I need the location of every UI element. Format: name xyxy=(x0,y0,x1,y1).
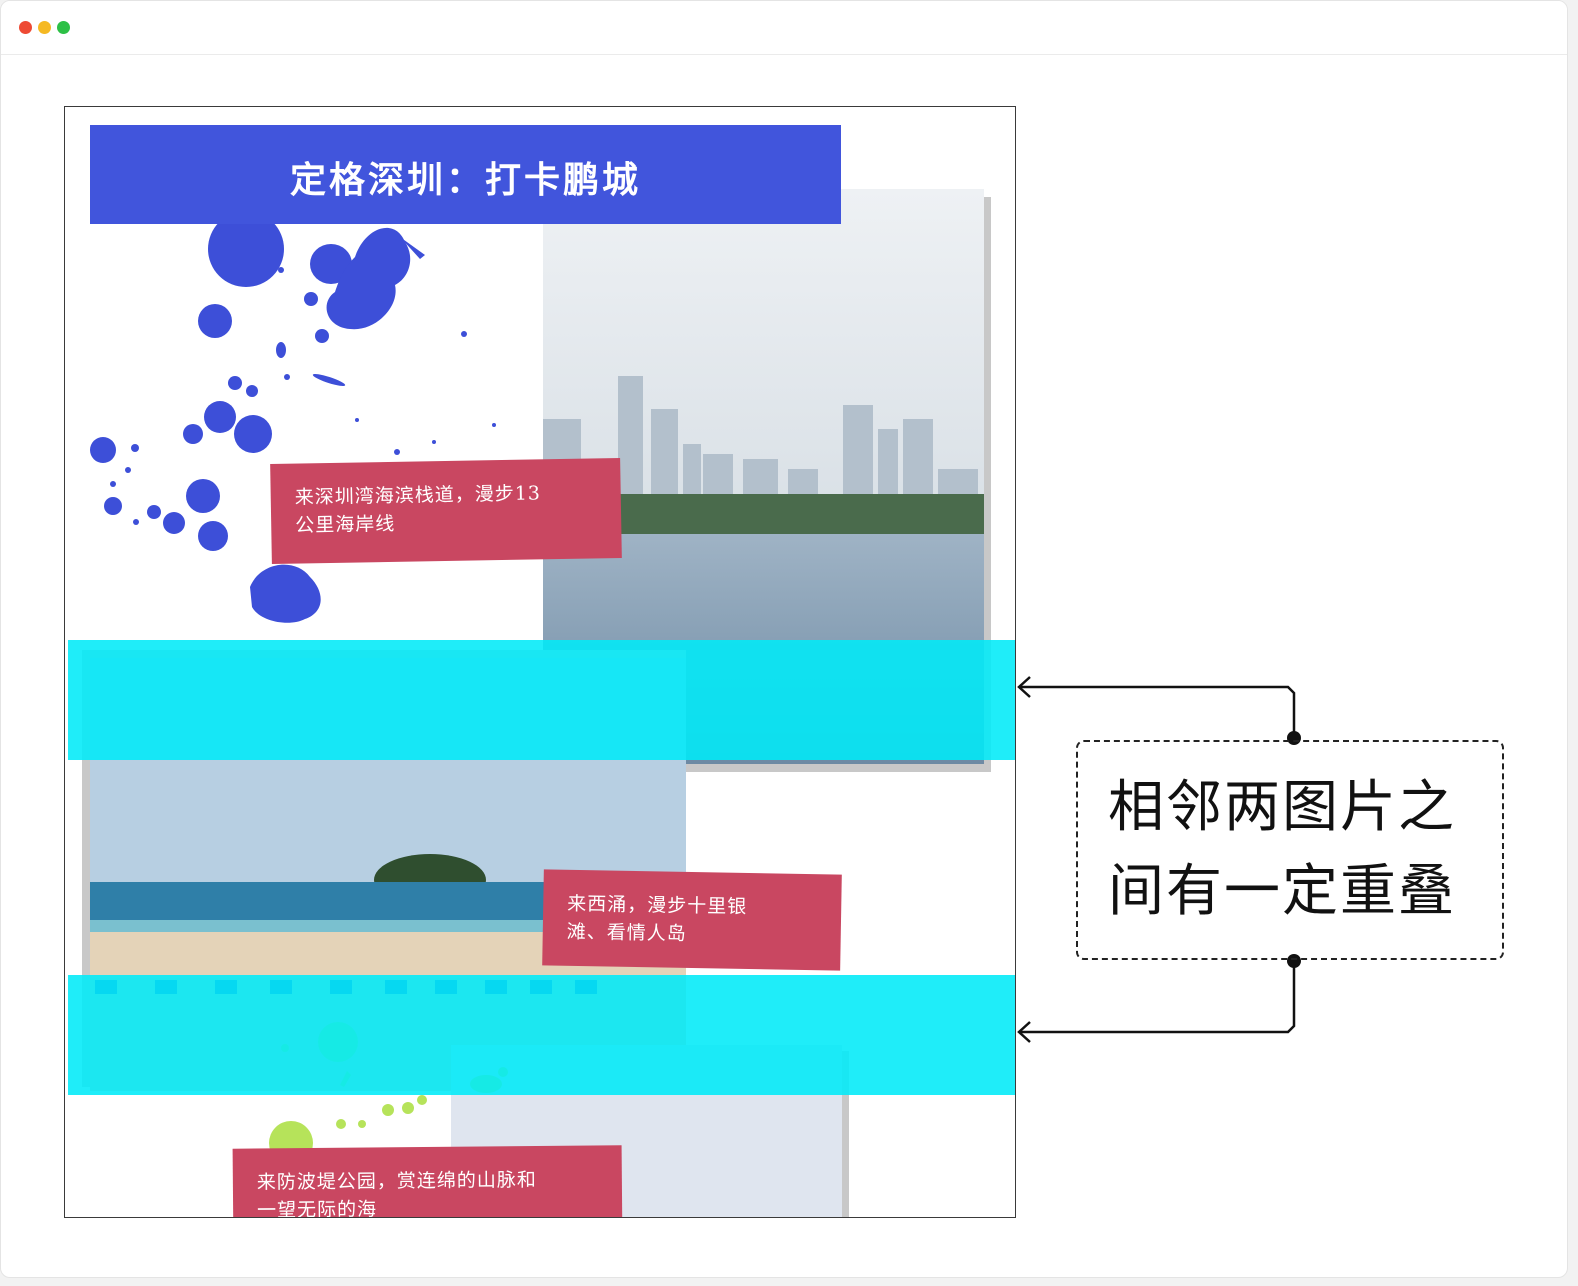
annotation-arrows xyxy=(1017,676,1301,1043)
annotation-line: 间有一定重叠 xyxy=(1108,859,1456,924)
annotation-box: 相邻两图片之 间有一定重叠 xyxy=(1076,740,1504,960)
browser-window: 定格深圳：打卡鹏城 来深圳湾海滨栈道，漫步13 公里海岸线 来西涌，漫步十里银 … xyxy=(0,0,1568,1278)
annotation-text: 相邻两图片之 间有一定重叠 xyxy=(1108,766,1468,934)
annotation-line: 相邻两图片之 xyxy=(1108,775,1456,840)
